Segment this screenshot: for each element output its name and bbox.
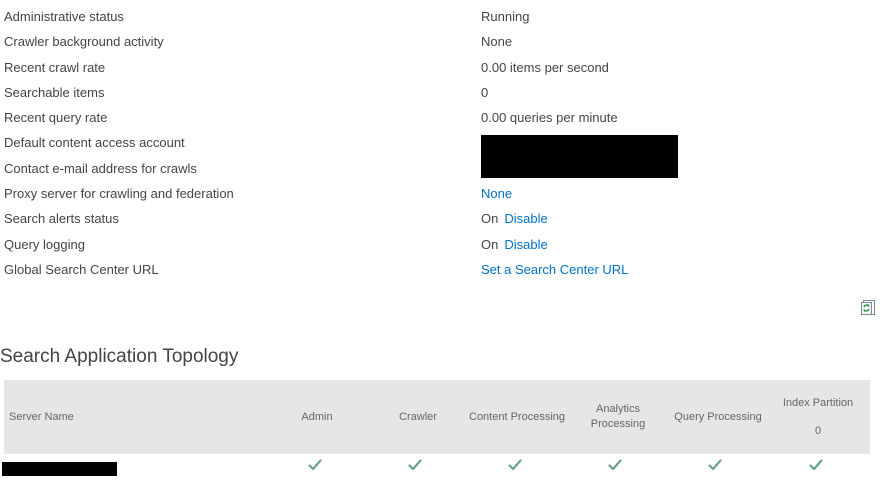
status-row-default-content-access-account: Default content access account — [4, 130, 874, 155]
topology-table-header: Server Name Admin Crawler Content Proces… — [4, 380, 870, 454]
status-label: Proxy server for crawling and federation — [4, 186, 234, 202]
column-header-query-processing: Query Processing — [674, 410, 762, 423]
status-label: Recent query rate — [4, 110, 108, 126]
column-header-content-processing: Content Processing — [469, 410, 565, 423]
status-row-recent-crawl-rate: Recent crawl rate 0.00 items per second — [4, 55, 874, 80]
status-value: None — [481, 34, 513, 50]
check-icon — [408, 459, 422, 471]
status-value: 0 — [481, 84, 489, 100]
disable-search-alerts-link[interactable]: Disable — [504, 211, 547, 226]
index-partition-label: Index Partition — [782, 396, 854, 409]
analytics-processing-status-cell — [565, 458, 665, 472]
column-header-index-partition: Index Partition 0 — [768, 380, 868, 454]
status-row-contact-email: Contact e-mail address for crawls — [4, 156, 874, 181]
check-icon — [708, 459, 722, 471]
check-icon — [508, 459, 522, 471]
status-row-search-alerts-status: Search alerts status On Disable — [4, 206, 874, 231]
status-row-global-search-center-url: Global Search Center URL Set a Search Ce… — [4, 257, 874, 282]
topology-section-title: Search Application Topology — [0, 346, 239, 367]
index-partition-status-cell — [766, 458, 866, 472]
status-label: Query logging — [4, 236, 85, 252]
status-label: Searchable items — [4, 84, 105, 100]
status-label: Contact e-mail address for crawls — [4, 160, 197, 176]
status-value: On Disable — [481, 232, 548, 257]
crawler-status-cell — [365, 458, 465, 472]
status-value: Set a Search Center URL — [481, 257, 628, 282]
column-header-crawler: Crawler — [399, 410, 437, 423]
search-administration-page: Administrative status Running Crawler ba… — [0, 0, 891, 491]
set-search-center-url-link[interactable]: Set a Search Center URL — [481, 262, 628, 277]
status-row-proxy-server: Proxy server for crawling and federation… — [4, 181, 874, 206]
disable-query-logging-link[interactable]: Disable — [504, 237, 547, 252]
column-header-admin: Admin — [301, 410, 333, 423]
query-logging-state: On — [481, 236, 499, 252]
status-row-recent-query-rate: Recent query rate 0.00 queries per minut… — [4, 105, 874, 130]
status-label: Search alerts status — [4, 211, 119, 227]
check-icon — [608, 459, 622, 471]
status-label: Administrative status — [4, 9, 124, 24]
index-partition-number: 0 — [814, 424, 822, 437]
content-processing-status-cell — [465, 458, 565, 472]
admin-status-cell — [265, 458, 365, 472]
status-label: Default content access account — [4, 135, 185, 151]
status-value: Running — [481, 9, 530, 24]
column-header-analytics-processing: Analytics Processing — [590, 403, 646, 430]
status-value: 0.00 queries per minute — [481, 110, 618, 126]
column-header-server-name: Server Name — [9, 410, 74, 423]
status-row-administrative-status: Administrative status Running — [4, 4, 874, 29]
table-row — [2, 454, 870, 480]
server-name-redacted — [2, 462, 117, 476]
status-label: Recent crawl rate — [4, 59, 106, 75]
search-alerts-state: On — [481, 211, 499, 227]
status-value: 0.00 items per second — [481, 59, 609, 75]
topology-table: Server Name Admin Crawler Content Proces… — [2, 380, 870, 480]
refresh-icon[interactable] — [861, 300, 875, 315]
check-icon — [809, 459, 823, 471]
check-icon — [308, 459, 322, 471]
status-row-crawler-background-activity: Crawler background activity None — [4, 29, 874, 54]
status-label: Crawler background activity — [4, 34, 164, 50]
redacted-account-info — [481, 135, 678, 178]
status-value: On Disable — [481, 206, 548, 231]
query-processing-status-cell — [665, 458, 765, 472]
status-value: None — [481, 181, 512, 206]
status-row-searchable-items: Searchable items 0 — [4, 80, 874, 105]
system-status-table: Administrative status Running Crawler ba… — [4, 4, 874, 282]
status-row-query-logging: Query logging On Disable — [4, 232, 874, 257]
proxy-server-link[interactable]: None — [481, 186, 512, 201]
status-label: Global Search Center URL — [4, 261, 159, 277]
